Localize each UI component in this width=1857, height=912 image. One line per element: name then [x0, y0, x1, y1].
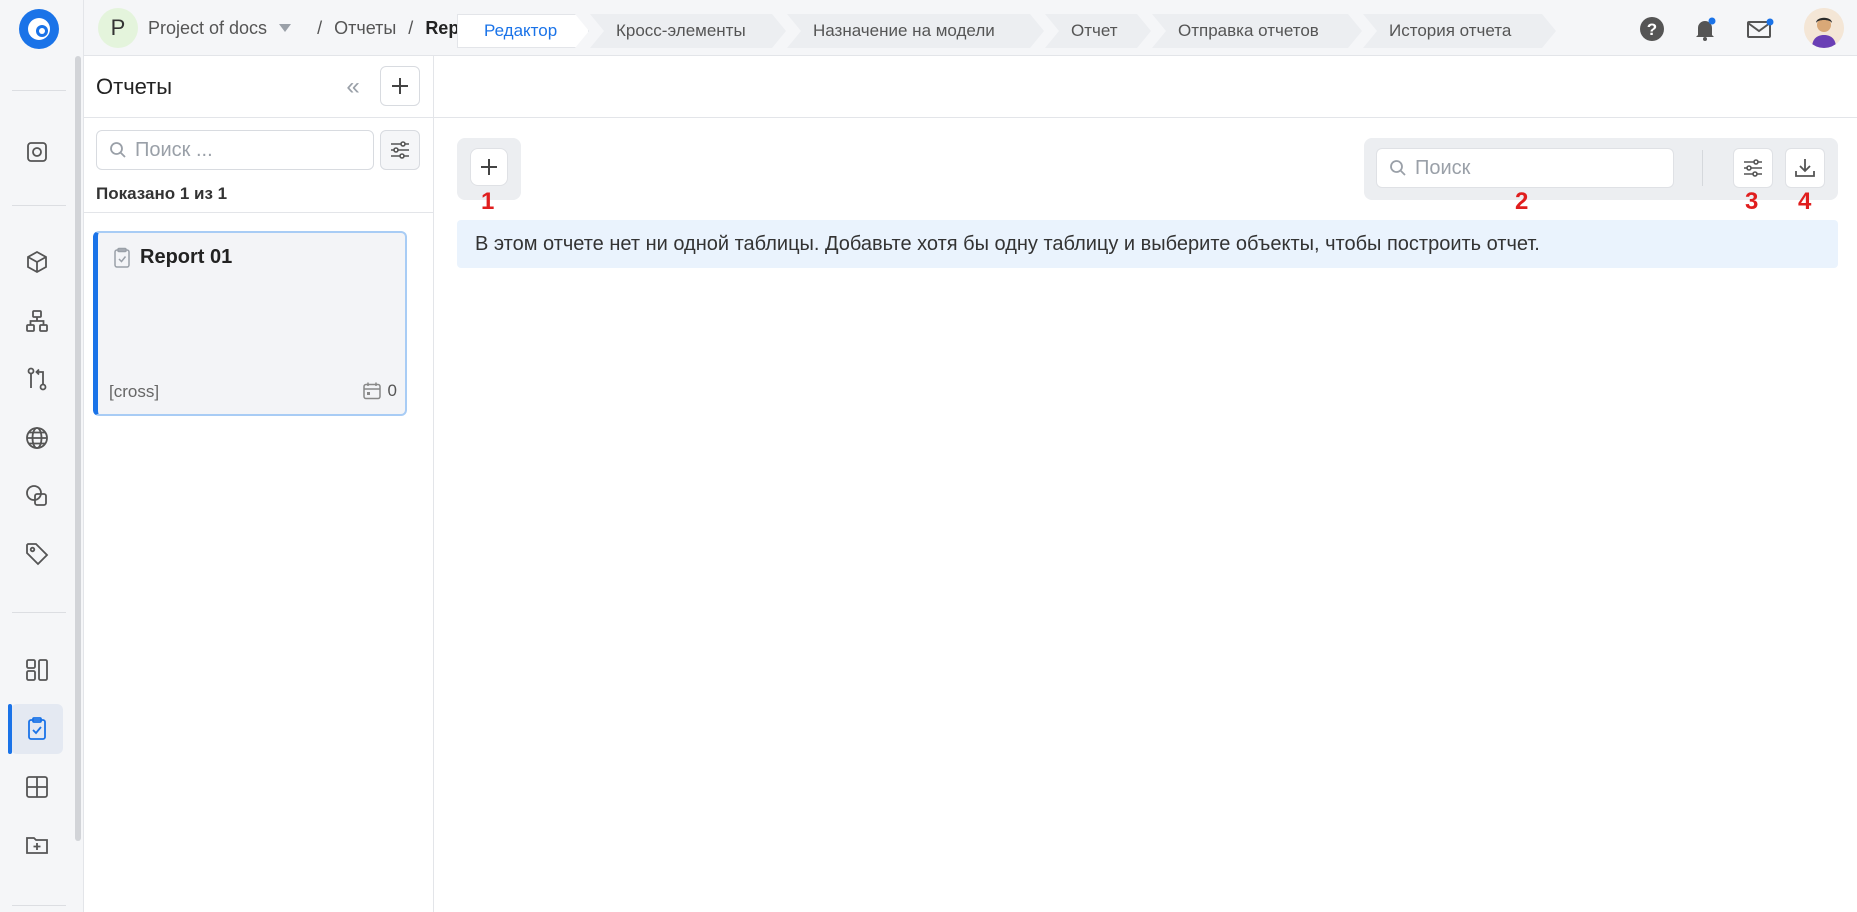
project-avatar[interactable]: P: [98, 8, 138, 48]
nav-rail: [0, 0, 84, 912]
dashboard-icon[interactable]: [11, 645, 63, 695]
tab-report-sending[interactable]: Отправка отчетов: [1152, 14, 1362, 48]
report-card-count: 0: [362, 381, 397, 401]
tab-cross-elements[interactable]: Кросс-элементы: [590, 14, 786, 48]
marker-1: 1: [481, 188, 495, 215]
tab-report[interactable]: Отчет: [1045, 14, 1151, 48]
search-icon: [1390, 160, 1406, 176]
shapes-icon[interactable]: [11, 471, 63, 521]
compare-icon[interactable]: [11, 354, 63, 404]
panel-search-input[interactable]: [135, 138, 365, 162]
panel-title: Отчеты: [96, 74, 173, 99]
globe-icon[interactable]: [11, 413, 63, 463]
main-search-field[interactable]: [1376, 148, 1674, 188]
breadcrumb-project[interactable]: Project of docs: [148, 18, 267, 39]
svg-text:?: ?: [1647, 20, 1657, 39]
folder-add-icon[interactable]: [11, 820, 63, 870]
collapse-icon[interactable]: «: [340, 73, 366, 100]
breadcrumb-separator: /: [408, 17, 414, 38]
rail-divider: [12, 612, 66, 613]
rail-divider: [12, 90, 66, 91]
report-card-tag: [cross]: [109, 382, 160, 401]
empty-report-message: В этом отчете нет ни одной таблицы. Доба…: [457, 220, 1838, 268]
rail-scrollbar[interactable]: [75, 56, 81, 841]
panel-search-field[interactable]: [96, 130, 374, 170]
mail-icon[interactable]: [1745, 14, 1775, 44]
plus-icon: [481, 159, 497, 175]
hierarchy-icon[interactable]: [11, 296, 63, 346]
shown-count: Показано 1 из 1: [96, 184, 228, 203]
report-card-title: Report 01: [140, 246, 233, 268]
calendar-icon: [362, 382, 381, 400]
search-icon: [110, 142, 126, 158]
tab-model-assignment[interactable]: Назначение на модели: [787, 14, 1044, 48]
tab-report-history[interactable]: История отчета: [1363, 14, 1556, 48]
chevron-down-icon[interactable]: [279, 24, 292, 32]
report-icon: [114, 247, 130, 268]
viewer-icon[interactable]: [11, 127, 63, 177]
tab-editor[interactable]: Редактор: [457, 14, 589, 48]
bell-icon[interactable]: [1690, 14, 1720, 44]
help-icon[interactable]: ?: [1637, 14, 1667, 44]
download-button[interactable]: [1785, 148, 1825, 188]
report-icon[interactable]: [8, 704, 63, 754]
rail-divider: [12, 905, 66, 906]
marker-4: 4: [1798, 188, 1812, 215]
filter-sliders-icon: [391, 141, 409, 159]
panel-header: Отчеты «: [84, 56, 434, 118]
main-search-input[interactable]: [1415, 156, 1655, 180]
settings-button[interactable]: [1733, 148, 1773, 188]
marker-2: 2: [1515, 188, 1529, 215]
toolbar-divider: [1702, 150, 1703, 186]
report-tabs: [434, 56, 1857, 118]
report-card-count-value: 0: [387, 381, 397, 400]
add-report-button[interactable]: [380, 66, 420, 106]
breadcrumb-separator: /: [317, 17, 323, 38]
rail-divider: [12, 205, 66, 206]
filter-sliders-icon: [1744, 159, 1762, 177]
download-icon: [1795, 159, 1815, 177]
user-avatar[interactable]: [1804, 8, 1844, 48]
tag-icon[interactable]: [11, 529, 63, 579]
add-table-button[interactable]: [470, 148, 508, 186]
app-logo-icon[interactable]: [19, 9, 59, 49]
panel-filter-button[interactable]: [380, 130, 420, 170]
marker-3: 3: [1745, 188, 1759, 215]
breadcrumb-section[interactable]: Отчеты: [334, 18, 396, 39]
grid-icon[interactable]: [11, 762, 63, 812]
report-card[interactable]: Report 01 [cross] 0: [93, 231, 407, 416]
reports-panel: Отчеты « Показано 1 из 1 Report 01 [cros…: [84, 56, 434, 912]
panel-divider: [84, 212, 434, 213]
cube-icon[interactable]: [11, 237, 63, 287]
